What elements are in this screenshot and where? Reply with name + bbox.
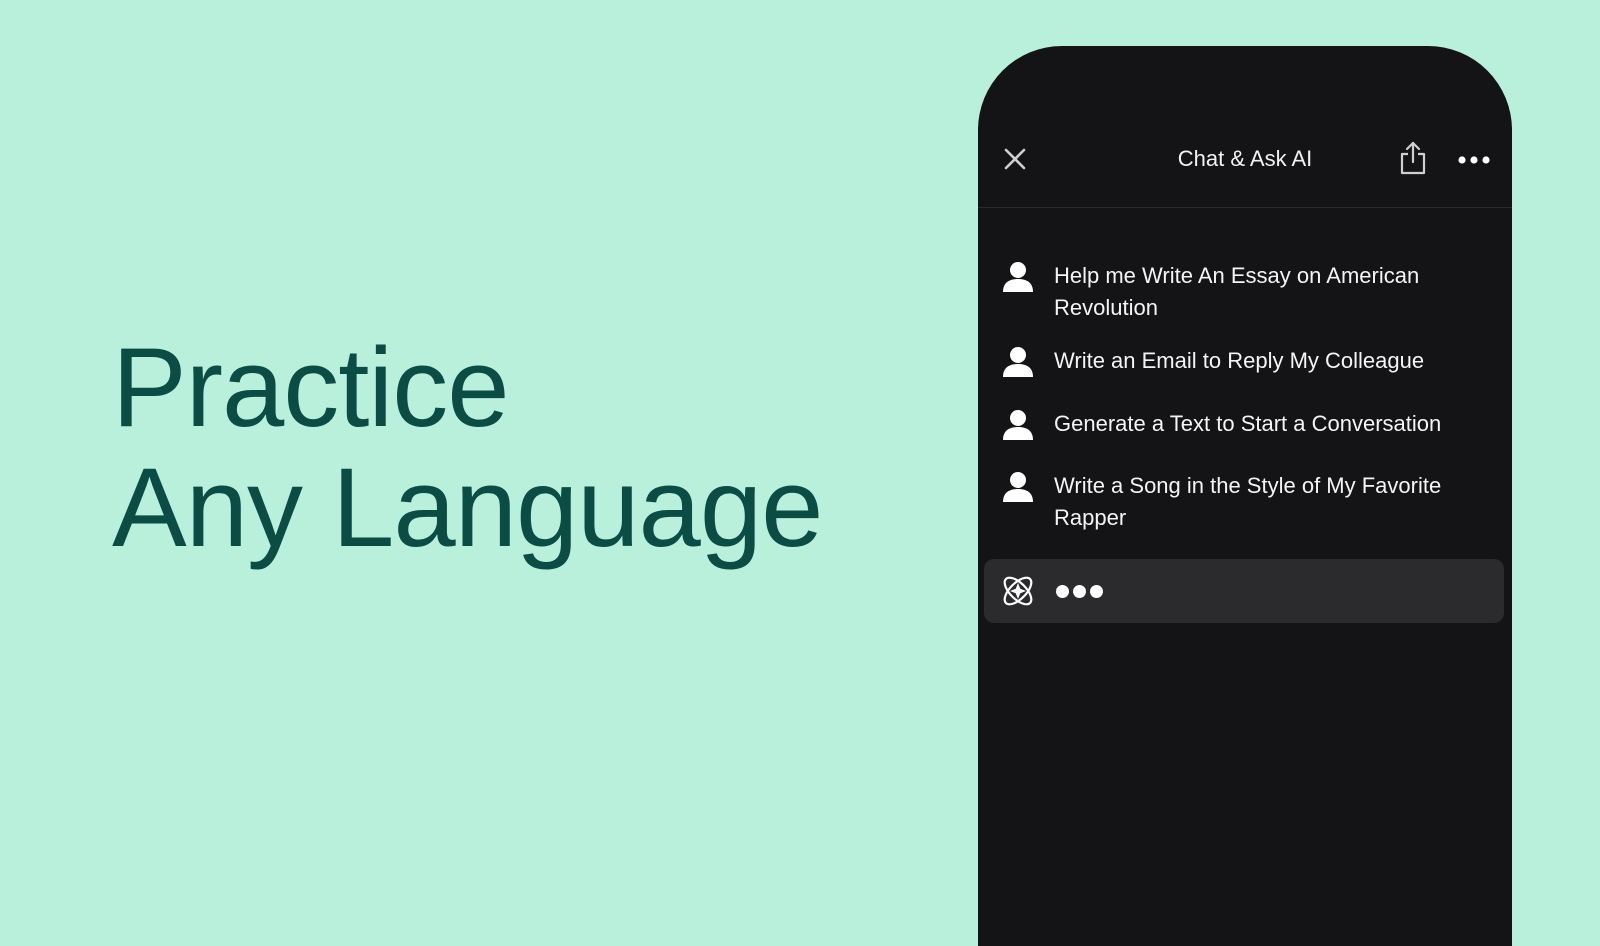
message-text: Help me Write An Essay on American Revol…: [1054, 263, 1420, 320]
ai-response-row: [984, 559, 1504, 623]
user-icon: [1003, 347, 1033, 377]
message-item[interactable]: Help me Write An Essay on American Revol…: [1000, 260, 1490, 324]
headline: Practice Any Language: [112, 325, 823, 570]
share-button[interactable]: [1396, 138, 1430, 178]
chat-title: Chat & Ask AI: [1177, 146, 1313, 171]
typing-dot: [1090, 584, 1103, 598]
message-item[interactable]: Generate a Text to Start a Conversation: [1000, 408, 1490, 444]
message-item[interactable]: Write a Song in the Style of My Favorite…: [1000, 470, 1490, 534]
close-icon: [1004, 148, 1026, 170]
message-text: Write a Song in the Style of My Favorite…: [1054, 473, 1442, 530]
user-icon: [1003, 472, 1033, 502]
chat-header: Chat & Ask AI: [978, 46, 1512, 208]
message-text: Generate a Text to Start a Conversation: [1054, 411, 1442, 436]
message-text: Write an Email to Reply My Colleague: [1054, 348, 1425, 373]
typing-indicator: [1056, 584, 1103, 598]
typing-dot: [1056, 584, 1069, 598]
headline-line-1: Practice: [112, 325, 510, 450]
phone-screen: Chat & Ask AI Help me Write An Essay on …: [978, 46, 1512, 946]
more-horizontal-icon: [1458, 156, 1490, 164]
headline-line-2: Any Language: [112, 445, 823, 570]
user-avatar: [1000, 470, 1036, 506]
user-icon: [1003, 410, 1033, 440]
message-item[interactable]: Write an Email to Reply My Colleague: [1000, 345, 1490, 381]
user-avatar: [1000, 408, 1036, 444]
more-button[interactable]: [1456, 146, 1492, 174]
share-icon: [1400, 141, 1426, 175]
ai-avatar: [998, 571, 1038, 611]
user-avatar: [1000, 260, 1036, 296]
close-button[interactable]: [1000, 144, 1030, 174]
typing-dot: [1073, 584, 1086, 598]
user-icon: [1003, 262, 1033, 292]
ai-logo-icon: [1003, 576, 1033, 606]
user-avatar: [1000, 345, 1036, 381]
